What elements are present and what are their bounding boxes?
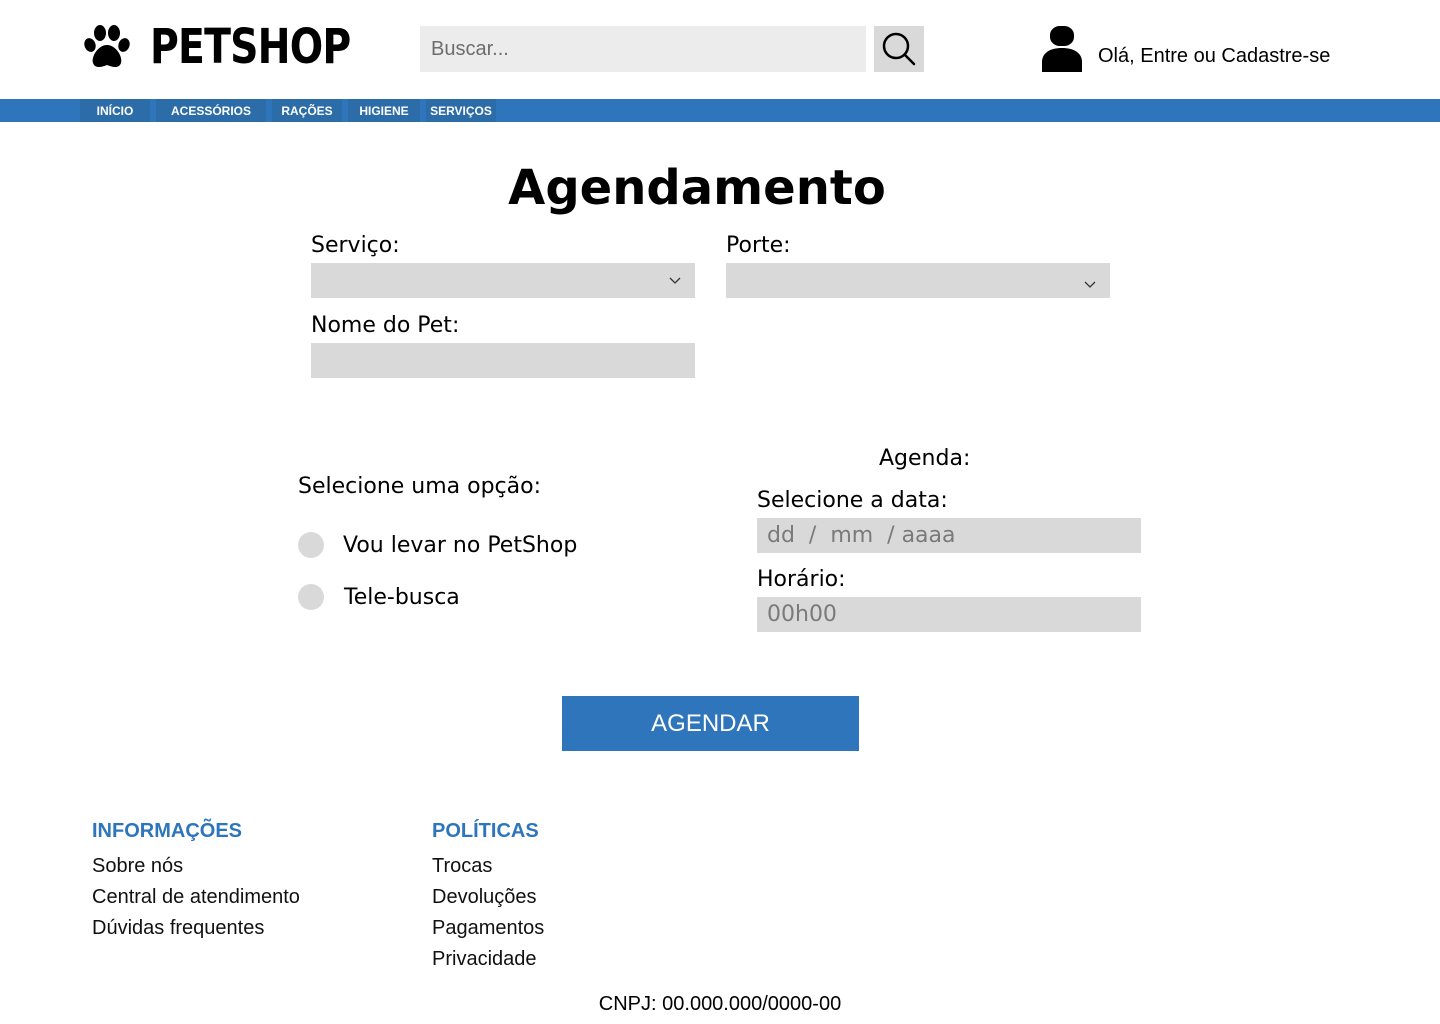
service-label: Serviço:: [311, 233, 400, 258]
option-label: Selecione uma opção:: [298, 474, 542, 499]
nav-item-acessorios[interactable]: ACESSÓRIOS: [156, 99, 266, 122]
chevron-down-icon: [669, 277, 681, 284]
date-input[interactable]: dd / mm / aaaa: [757, 518, 1141, 553]
company-cnpj: CNPJ: 00.000.000/0000-00: [598, 993, 842, 1015]
footer-link-returns[interactable]: Devoluções: [432, 886, 537, 909]
footer-policies-heading: POLÍTICAS: [432, 820, 539, 842]
page-title: Agendamento: [508, 160, 886, 216]
schedule-submit-button[interactable]: AGENDAR: [562, 696, 859, 751]
logo[interactable]: PETSHOP: [80, 20, 394, 74]
radio-pickup-label[interactable]: Tele-busca: [344, 585, 460, 611]
footer-link-support[interactable]: Central de atendimento: [92, 886, 300, 909]
nav-item-racoes[interactable]: RAÇÕES: [272, 99, 342, 122]
logo-text: PETSHOP: [150, 19, 351, 75]
time-input[interactable]: 00h00: [757, 597, 1141, 632]
date-placeholder: dd / mm / aaaa: [767, 523, 956, 548]
nav-item-higiene[interactable]: HIGIENE: [348, 99, 420, 122]
footer-link-exchanges[interactable]: Trocas: [432, 855, 492, 878]
search-button[interactable]: [874, 26, 924, 72]
time-placeholder: 00h00: [767, 602, 837, 627]
time-label: Horário:: [757, 567, 846, 592]
radio-take-to-petshop-label[interactable]: Vou levar no PetShop: [343, 533, 577, 559]
pet-name-input[interactable]: [311, 343, 695, 378]
footer-link-payments[interactable]: Pagamentos: [432, 917, 544, 940]
nav-item-servicos[interactable]: SERVIÇOS: [426, 99, 496, 122]
user-icon: [1042, 26, 1082, 72]
footer-link-about[interactable]: Sobre nós: [92, 855, 183, 878]
date-label: Selecione a data:: [757, 488, 948, 513]
pet-name-label: Nome do Pet:: [311, 313, 460, 338]
size-label: Porte:: [726, 233, 791, 258]
login-link[interactable]: Olá, Entre ou Cadastre-se: [1098, 45, 1330, 68]
user-account-link[interactable]: Olá, Entre ou Cadastre-se: [1040, 26, 1330, 72]
radio-take-to-petshop[interactable]: [298, 532, 324, 558]
chevron-down-icon: [1084, 281, 1096, 288]
service-select[interactable]: [311, 263, 695, 298]
search-input[interactable]: [420, 26, 866, 72]
radio-pickup[interactable]: [298, 584, 324, 610]
nav-item-inicio[interactable]: INÍCIO: [80, 99, 150, 122]
schedule-heading: Agenda:: [879, 446, 971, 471]
size-select[interactable]: [726, 263, 1110, 298]
search-icon: [882, 32, 916, 66]
footer-link-faq[interactable]: Dúvidas frequentes: [92, 917, 264, 940]
main-nav: INÍCIO ACESSÓRIOS RAÇÕES HIGIENE SERVIÇO…: [0, 99, 1440, 122]
paw-icon: [84, 25, 130, 67]
footer-info-heading: INFORMAÇÕES: [92, 820, 242, 842]
footer-link-privacy[interactable]: Privacidade: [432, 948, 537, 971]
